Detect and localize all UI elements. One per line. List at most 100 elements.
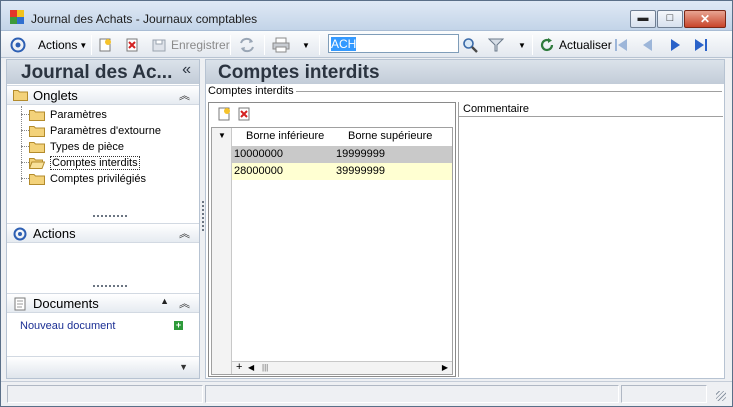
tree-item-label: Comptes privilégiés (50, 173, 146, 185)
grid-horizontal-scrollbar[interactable]: + ◀ ||| ▶ (232, 361, 452, 374)
table-row[interactable]: 28000000 39999999 (232, 163, 452, 180)
status-cell (621, 385, 707, 403)
tree-item-label: Types de pièce (50, 141, 124, 153)
expand-sections-icon[interactable]: ▼ (179, 362, 188, 372)
section-actions[interactable]: Actions ︽ (7, 223, 199, 243)
minimize-button[interactable]: ▬ (630, 10, 656, 28)
collapse-section-icon[interactable]: ︽ (179, 295, 190, 311)
resize-grip[interactable] (716, 391, 726, 401)
maximize-button[interactable]: □ (657, 10, 683, 28)
actions-circle-icon (10, 37, 26, 53)
chevron-down-icon: ▼ (79, 40, 88, 50)
accounts-grid: ▼ Borne inférieure Borne supérieure 1000… (208, 102, 456, 377)
table-row[interactable]: 10000000 19999999 (232, 146, 452, 163)
print-button[interactable]: ▼ (272, 36, 310, 54)
actions-label: Actions (38, 38, 78, 52)
collapse-section-icon[interactable]: ︽ (179, 225, 190, 241)
section-actions-title: Actions (33, 226, 76, 241)
tree-item-parametres[interactable]: Paramètres (29, 107, 107, 123)
scroll-right-icon[interactable]: ▶ (442, 363, 448, 372)
tree-item-label: Paramètres d'extourne (50, 125, 161, 137)
status-cell (7, 385, 203, 403)
main-content: Comptes interdits Comptes interdits ▼ Bo… (205, 59, 725, 379)
page-title: Comptes interdits (206, 60, 724, 84)
filter-button[interactable]: ▼ (488, 36, 526, 54)
tree-item-types-de-piece[interactable]: Types de pièce (29, 139, 124, 155)
delete-button[interactable] (125, 36, 139, 54)
minimize-icon: ▬ (637, 12, 649, 24)
actions-menu-button[interactable]: Actions ▼ (10, 36, 87, 54)
navigation-title: Journal des Ac... (21, 62, 173, 83)
section-resize-handle[interactable] (93, 285, 127, 287)
cell-lower[interactable]: 28000000 (234, 165, 283, 177)
collapse-pane-icon[interactable]: « (182, 61, 191, 79)
navigation-pane: Journal des Ac... « Onglets ︽ Paramètres… (6, 59, 200, 379)
refresh-label: Actualiser (559, 38, 612, 52)
new-document-link[interactable]: Nouveau document (20, 320, 115, 332)
tree-item-comptes-privilegies[interactable]: Comptes privilégiés (29, 171, 146, 187)
first-record-button[interactable] (613, 36, 629, 54)
delete-row-icon[interactable] (237, 107, 251, 121)
search-icon (463, 38, 478, 53)
print-dropdown-icon[interactable]: ▼ (302, 41, 310, 50)
pane-splitter[interactable] (202, 201, 204, 231)
cell-upper[interactable]: 19999999 (336, 148, 385, 160)
next-record-button[interactable] (667, 36, 683, 54)
previous-record-button[interactable] (640, 36, 656, 54)
save-button[interactable]: Enregistrer (152, 36, 230, 54)
open-folder-icon (29, 158, 45, 169)
sync-button[interactable] (238, 36, 256, 54)
chevron-up-icon[interactable]: ▲ (160, 296, 169, 306)
grid-body: ▼ Borne inférieure Borne supérieure 1000… (211, 127, 453, 375)
refresh-button[interactable]: Actualiser (539, 36, 612, 54)
tree-item-label: Comptes interdits (50, 156, 140, 170)
actions-circle-icon (13, 227, 27, 241)
column-header-lower[interactable]: Borne inférieure (246, 130, 324, 142)
last-record-button[interactable] (693, 36, 709, 54)
scroll-thumb[interactable]: ||| (262, 363, 268, 372)
title-bar[interactable]: Journal des Achats - Journaux comptables… (1, 1, 732, 31)
section-resize-handle[interactable] (93, 215, 127, 217)
filter-dropdown-icon[interactable]: ▼ (518, 41, 526, 50)
collapse-section-icon[interactable]: ︽ (179, 87, 190, 103)
document-icon (14, 297, 26, 311)
save-label: Enregistrer (171, 38, 230, 52)
section-onglets[interactable]: Onglets ︽ (7, 85, 199, 105)
add-document-icon[interactable]: + (174, 321, 183, 330)
cell-lower[interactable]: 10000000 (234, 148, 283, 160)
tree-item-parametres-extourne[interactable]: Paramètres d'extourne (29, 123, 161, 139)
status-bar (1, 381, 732, 406)
close-icon: ✕ (699, 12, 711, 26)
comment-label: Commentaire (463, 103, 530, 115)
folder-icon (29, 174, 45, 185)
tree-item-comptes-interdits[interactable]: Comptes interdits (29, 155, 140, 171)
grid-header: Borne inférieure Borne supérieure (232, 128, 452, 145)
refresh-icon (540, 38, 554, 52)
folder-icon (29, 126, 45, 137)
filter-icon (488, 38, 504, 52)
column-header-upper[interactable]: Borne supérieure (348, 130, 432, 142)
first-record-icon (615, 39, 627, 51)
cell-upper[interactable]: 39999999 (336, 165, 385, 177)
previous-icon (643, 39, 652, 51)
folder-icon (13, 90, 28, 101)
application-window: Journal des Achats - Journaux comptables… (0, 0, 733, 407)
section-documents[interactable]: Documents ▲ ︽ (7, 293, 199, 313)
comment-panel[interactable]: Commentaire (458, 102, 724, 377)
row-indicator-icon[interactable]: ▼ (218, 131, 226, 140)
new-row-icon[interactable] (217, 107, 231, 121)
close-button[interactable]: ✕ (684, 10, 726, 28)
add-row-icon[interactable]: + (236, 361, 242, 373)
scroll-left-icon[interactable]: ◀ (248, 363, 254, 372)
next-icon (671, 39, 680, 51)
new-button[interactable] (98, 36, 112, 54)
search-button[interactable] (462, 36, 478, 54)
section-documents-title: Documents (33, 296, 99, 311)
folder-icon (29, 110, 45, 121)
search-input[interactable]: ACH (328, 34, 459, 53)
folder-icon (29, 142, 45, 153)
maximize-icon: □ (666, 12, 674, 24)
app-icon (10, 10, 24, 24)
new-document-icon (99, 38, 111, 52)
row-indicator-column: ▼ (212, 128, 232, 374)
